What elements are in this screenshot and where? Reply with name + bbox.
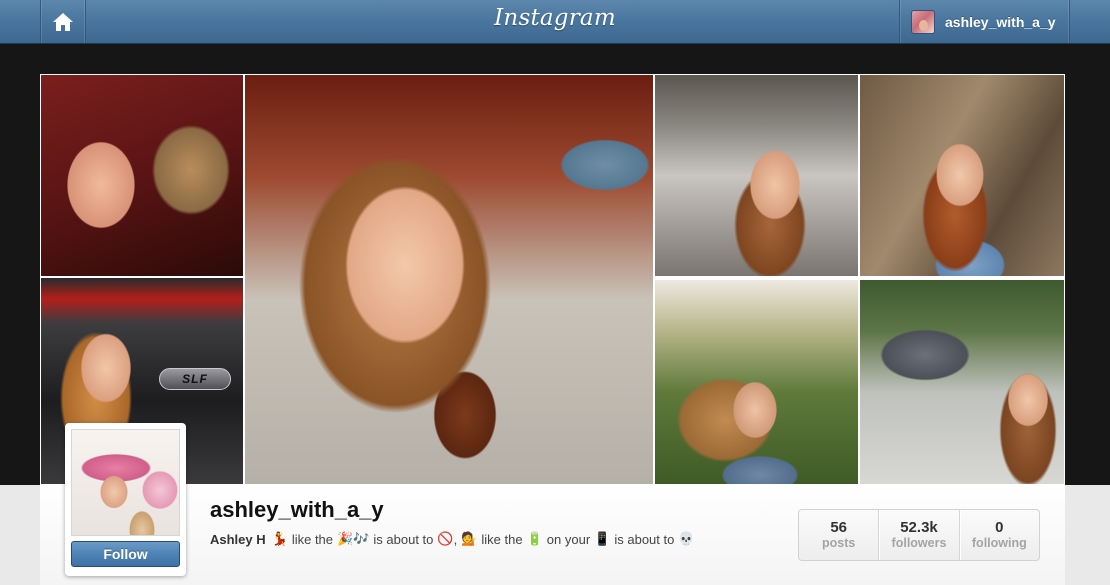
profile-avatar-card: Follow: [65, 423, 186, 576]
bio-text: like the: [291, 531, 334, 547]
bio-text: like the: [481, 531, 523, 547]
user-menu-username: ashley_with_a_y: [945, 13, 1056, 30]
profile-bar-edge: [0, 485, 40, 585]
stat-label: following: [971, 536, 1027, 550]
profile-bio: Ashley H 💃 like the 🎉🎶 is about to 🚫 , 💁…: [210, 530, 697, 548]
dancer-emoji: 💃: [271, 531, 288, 547]
battery-emoji: 🔋: [526, 531, 543, 547]
stat-followers[interactable]: 52.3k followers: [878, 510, 958, 560]
person-tipping-hand-emoji: 💁: [461, 531, 478, 547]
stat-value: 52.3k: [900, 519, 938, 536]
bio-text: ,: [453, 531, 458, 547]
photo-collage: SLF: [40, 74, 1065, 485]
stat-posts[interactable]: 56 posts: [799, 510, 878, 560]
collage-photo-3[interactable]: [655, 75, 858, 276]
user-avatar: [911, 9, 935, 34]
bio-text: on your: [546, 531, 591, 547]
collage-photo-4[interactable]: [860, 75, 1064, 276]
phone-emoji: 📱: [594, 531, 611, 547]
stat-value: 56: [830, 519, 847, 536]
collage-photo-1[interactable]: [41, 75, 243, 276]
stat-value: 0: [995, 519, 1004, 536]
stat-following[interactable]: 0 following: [958, 510, 1039, 560]
bio-full-name: Ashley H: [210, 531, 266, 547]
follow-button[interactable]: Follow: [71, 541, 180, 567]
party-music-emoji: 🎉🎶: [337, 531, 370, 547]
profile-bar-edge: [1065, 485, 1110, 585]
profile-avatar[interactable]: [71, 429, 180, 536]
stat-label: posts: [821, 536, 856, 550]
user-menu-button[interactable]: ashley_with_a_y: [899, 0, 1070, 43]
stat-label: followers: [891, 536, 947, 550]
car-badge: SLF: [159, 368, 231, 390]
bio-text: is about to: [614, 531, 675, 547]
collage-photo-7[interactable]: [860, 280, 1064, 484]
top-navigation-bar: Instagram ashley_with_a_y: [0, 0, 1110, 44]
profile-stats: 56 posts 52.3k followers 0 following: [798, 509, 1040, 561]
skull-emoji: 💀: [678, 531, 695, 547]
collage-photo-2[interactable]: [245, 75, 653, 484]
profile-username: ashley_with_a_y: [210, 497, 384, 522]
collage-photo-6[interactable]: [655, 280, 858, 484]
no-entry-emoji: 🚫: [437, 531, 454, 547]
bio-text: is about to: [373, 531, 434, 547]
